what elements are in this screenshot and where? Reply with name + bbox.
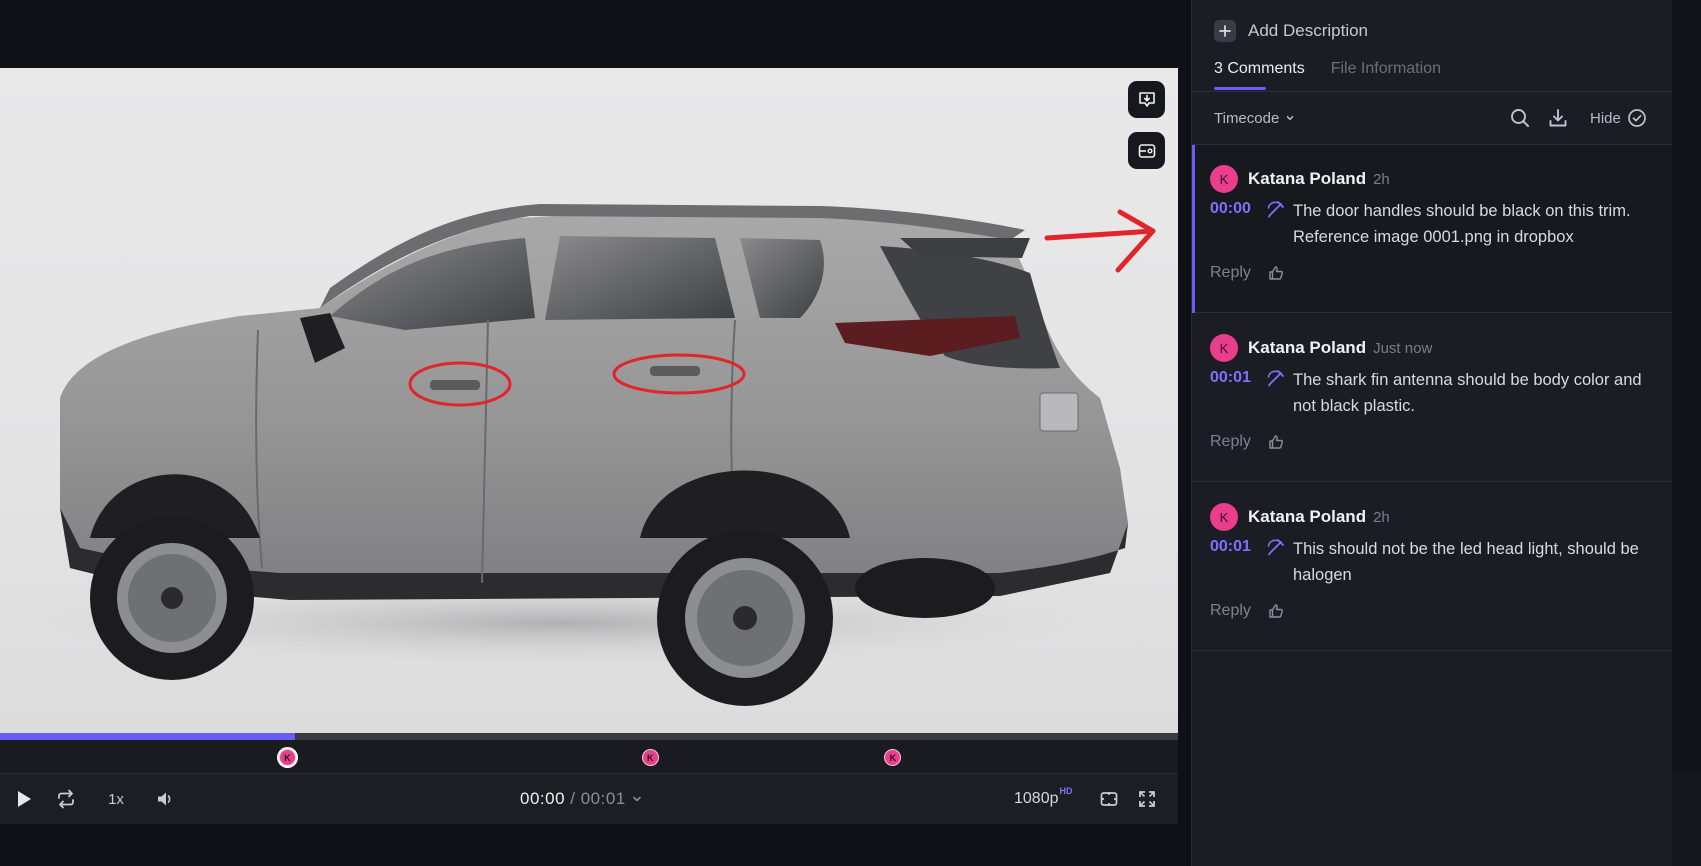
- comment-header: K Katana Poland 2h: [1210, 503, 1390, 531]
- loop-button[interactable]: [52, 774, 80, 824]
- comment-time: 2h: [1373, 508, 1390, 526]
- door-handle-front: [430, 380, 480, 390]
- plus-icon: [1214, 20, 1236, 42]
- window-edge: [1672, 0, 1701, 866]
- avatar: K: [1210, 165, 1238, 193]
- comment-timecode[interactable]: 00:01: [1210, 538, 1251, 556]
- timecode-dropdown-icon: [632, 796, 641, 802]
- player-controls: 1x 00:00 / 00:01 1080p HD: [0, 774, 1178, 824]
- rear-wheel: [657, 530, 833, 706]
- media-frame[interactable]: [0, 68, 1178, 733]
- volume-button[interactable]: [152, 774, 178, 824]
- loop-icon: [58, 789, 74, 809]
- playback-speed[interactable]: 1x: [100, 774, 132, 824]
- comment-marker-lane: KKK: [0, 740, 1178, 774]
- progress-bar[interactable]: [0, 733, 1178, 740]
- comment-time: 2h: [1373, 170, 1390, 188]
- check-circle-icon: [1628, 109, 1646, 127]
- safe-zone-button[interactable]: [1096, 774, 1122, 824]
- comments-panel: Add Description 3 Comments File Informat…: [1191, 0, 1673, 866]
- comment-item[interactable]: K Katana Poland 2h 00:00 The door handle…: [1192, 145, 1673, 313]
- compare-button[interactable]: [1128, 132, 1165, 169]
- comment-time: Just now: [1373, 339, 1433, 357]
- comment-author: Katana Poland: [1248, 169, 1367, 188]
- rear-spoiler: [900, 238, 1030, 258]
- comment-header: K Katana Poland 2h: [1210, 165, 1390, 193]
- quality-label: 1080p: [1014, 790, 1059, 807]
- hd-badge: HD: [1059, 786, 1073, 796]
- vehicle-image: [0, 204, 1156, 706]
- sort-label: Timecode: [1214, 109, 1280, 127]
- duration: 00:01: [580, 789, 626, 808]
- chevron-down-icon: [1287, 116, 1294, 121]
- comment-actions: Reply: [1210, 598, 1285, 624]
- comment-marker[interactable]: K: [884, 749, 902, 766]
- fullscreen-icon: [1139, 791, 1155, 807]
- thumbs-up-icon: [1269, 604, 1283, 618]
- comment-download-button[interactable]: [1128, 81, 1165, 118]
- like-button[interactable]: [1267, 433, 1285, 451]
- compare-icon: [1138, 143, 1155, 158]
- timecode-display[interactable]: 00:00 / 00:01: [520, 774, 644, 824]
- add-description-label: Add Description: [1248, 21, 1369, 40]
- comment-marker[interactable]: K: [278, 749, 296, 766]
- comment-author: Katana Poland: [1248, 338, 1367, 357]
- annotation-icon: [1265, 367, 1287, 389]
- add-description-button[interactable]: Add Description: [1214, 18, 1368, 44]
- review-app: K K K 1x 00:00 / 00:01 1080p HD Add Descri…: [0, 0, 1701, 866]
- comment-text: The shark fin antenna should be body col…: [1293, 371, 1642, 415]
- panel-tabs: 3 Comments File Information: [1214, 58, 1441, 92]
- like-button[interactable]: [1267, 602, 1285, 620]
- progress-fill: [0, 733, 295, 740]
- comment-actions: Reply: [1210, 429, 1285, 455]
- door-handle-rear: [650, 366, 700, 376]
- search-button[interactable]: [1508, 106, 1532, 130]
- hide-button[interactable]: Hide: [1590, 92, 1647, 144]
- front-wheel: [90, 516, 254, 680]
- play-icon: [18, 791, 31, 807]
- play-button[interactable]: [10, 774, 38, 824]
- annotation-icon: [1265, 198, 1287, 220]
- time-separator: /: [565, 789, 581, 808]
- comment-timecode[interactable]: 00:01: [1210, 369, 1251, 387]
- reply-button[interactable]: Reply: [1210, 433, 1251, 451]
- search-icon: [1511, 109, 1529, 127]
- comment-item[interactable]: K Katana Poland Just now 00:01 The shark…: [1192, 314, 1673, 482]
- tab-file-information[interactable]: File Information: [1331, 58, 1441, 92]
- reply-button[interactable]: Reply: [1210, 602, 1251, 620]
- sort-dropdown[interactable]: Timecode: [1214, 92, 1295, 144]
- media-viewer: K K K 1x 00:00 / 00:01 1080p HD: [0, 0, 1191, 866]
- download-button[interactable]: [1546, 106, 1570, 130]
- annotation-icon: [1265, 536, 1287, 558]
- comment-header: K Katana Poland Just now: [1210, 334, 1432, 362]
- download-icon: [1549, 109, 1567, 127]
- spare-wheel-shadow: [855, 558, 995, 618]
- current-time: 00:00: [520, 789, 566, 808]
- comment-item[interactable]: K Katana Poland 2h 00:01 This should not…: [1192, 483, 1673, 651]
- comment-marker[interactable]: K: [641, 749, 659, 766]
- tab-comments[interactable]: 3 Comments: [1214, 58, 1305, 92]
- comment-text: This should not be the led head light, s…: [1293, 540, 1639, 584]
- comments-toolbar: Timecode Hide: [1192, 92, 1673, 144]
- window-edge-lower: [1672, 773, 1701, 866]
- license-plate: [1039, 392, 1079, 432]
- quality-selector[interactable]: 1080p HD: [1014, 774, 1073, 824]
- thumbs-up-icon: [1269, 266, 1283, 280]
- fullscreen-button[interactable]: [1134, 774, 1160, 824]
- comment-timecode[interactable]: 00:00: [1210, 200, 1251, 218]
- thumbs-up-icon: [1269, 435, 1283, 449]
- annotation-arrow: [1044, 209, 1156, 273]
- like-button[interactable]: [1267, 264, 1285, 282]
- avatar: K: [1210, 503, 1238, 531]
- safe-zone-icon: [1100, 792, 1118, 806]
- comment-download-icon: [1138, 91, 1155, 107]
- volume-icon: [158, 792, 171, 806]
- comment-text: The door handles should be black on this…: [1293, 202, 1631, 246]
- reply-button[interactable]: Reply: [1210, 264, 1251, 282]
- comment-author: Katana Poland: [1248, 507, 1367, 526]
- hide-label: Hide: [1590, 109, 1621, 127]
- comment-actions: Reply: [1210, 260, 1285, 286]
- window-middle: [545, 236, 735, 320]
- avatar: K: [1210, 334, 1238, 362]
